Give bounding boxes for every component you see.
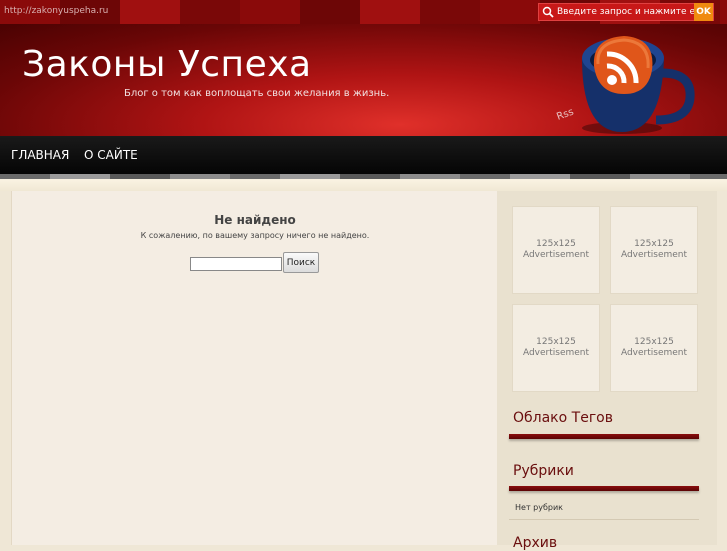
site-url: http://zakonyuspeha.ru (4, 6, 109, 16)
search-input[interactable] (190, 257, 282, 271)
widget-divider (509, 486, 699, 491)
top-search-ok-button[interactable]: OK (694, 3, 713, 21)
ad-banner[interactable]: 125x125 Advertisement (610, 304, 698, 392)
header-shadow (0, 179, 727, 191)
top-search-box (538, 3, 714, 21)
tag-cloud-title: Облако Тегов (513, 410, 613, 426)
rss-mug-icon[interactable]: Rss (552, 28, 702, 136)
ad-label: Advertisement (522, 250, 590, 260)
search-icon (542, 6, 554, 18)
svg-text:Rss: Rss (555, 107, 575, 123)
ad-banner[interactable]: 125x125 Advertisement (512, 304, 600, 392)
sidebar: 125x125 Advertisement 125x125 Advertisem… (497, 191, 717, 551)
ad-size: 125x125 (536, 337, 576, 347)
ad-size: 125x125 (634, 337, 674, 347)
widget-divider (509, 434, 699, 439)
site-tagline: Блог о том как воплощать свои желания в … (124, 88, 390, 99)
top-bar: http://zakonyuspeha.ru OK (0, 0, 727, 24)
nav-item-home[interactable]: ГЛАВНАЯ (11, 148, 69, 162)
ad-banner[interactable]: 125x125 Advertisement (610, 206, 698, 294)
ad-banner[interactable]: 125x125 Advertisement (512, 206, 600, 294)
site-title[interactable]: Законы Успеха (22, 44, 312, 85)
not-found-message: К сожалению, по вашему запросу ничего не… (140, 231, 370, 240)
top-search-input[interactable] (557, 5, 707, 19)
archive-title: Архив (513, 535, 558, 551)
ad-label: Advertisement (620, 348, 688, 358)
list-separator (509, 519, 699, 520)
search-button[interactable]: Поиск (283, 252, 319, 273)
main-nav: ГЛАВНАЯ О САЙТЕ (0, 136, 727, 174)
ad-label: Advertisement (620, 250, 688, 260)
categories-title: Рубрики (513, 463, 574, 479)
main-content: Не найдено К сожалению, по вашему запрос… (11, 191, 498, 545)
categories-empty: Нет рубрик (515, 503, 563, 512)
ad-size: 125x125 (536, 239, 576, 249)
not-found-title: Не найдено (214, 213, 296, 227)
ad-size: 125x125 (634, 239, 674, 249)
ad-label: Advertisement (522, 348, 590, 358)
header: Законы Успеха Блог о том как воплощать с… (0, 24, 727, 136)
nav-item-about[interactable]: О САЙТЕ (84, 148, 138, 162)
